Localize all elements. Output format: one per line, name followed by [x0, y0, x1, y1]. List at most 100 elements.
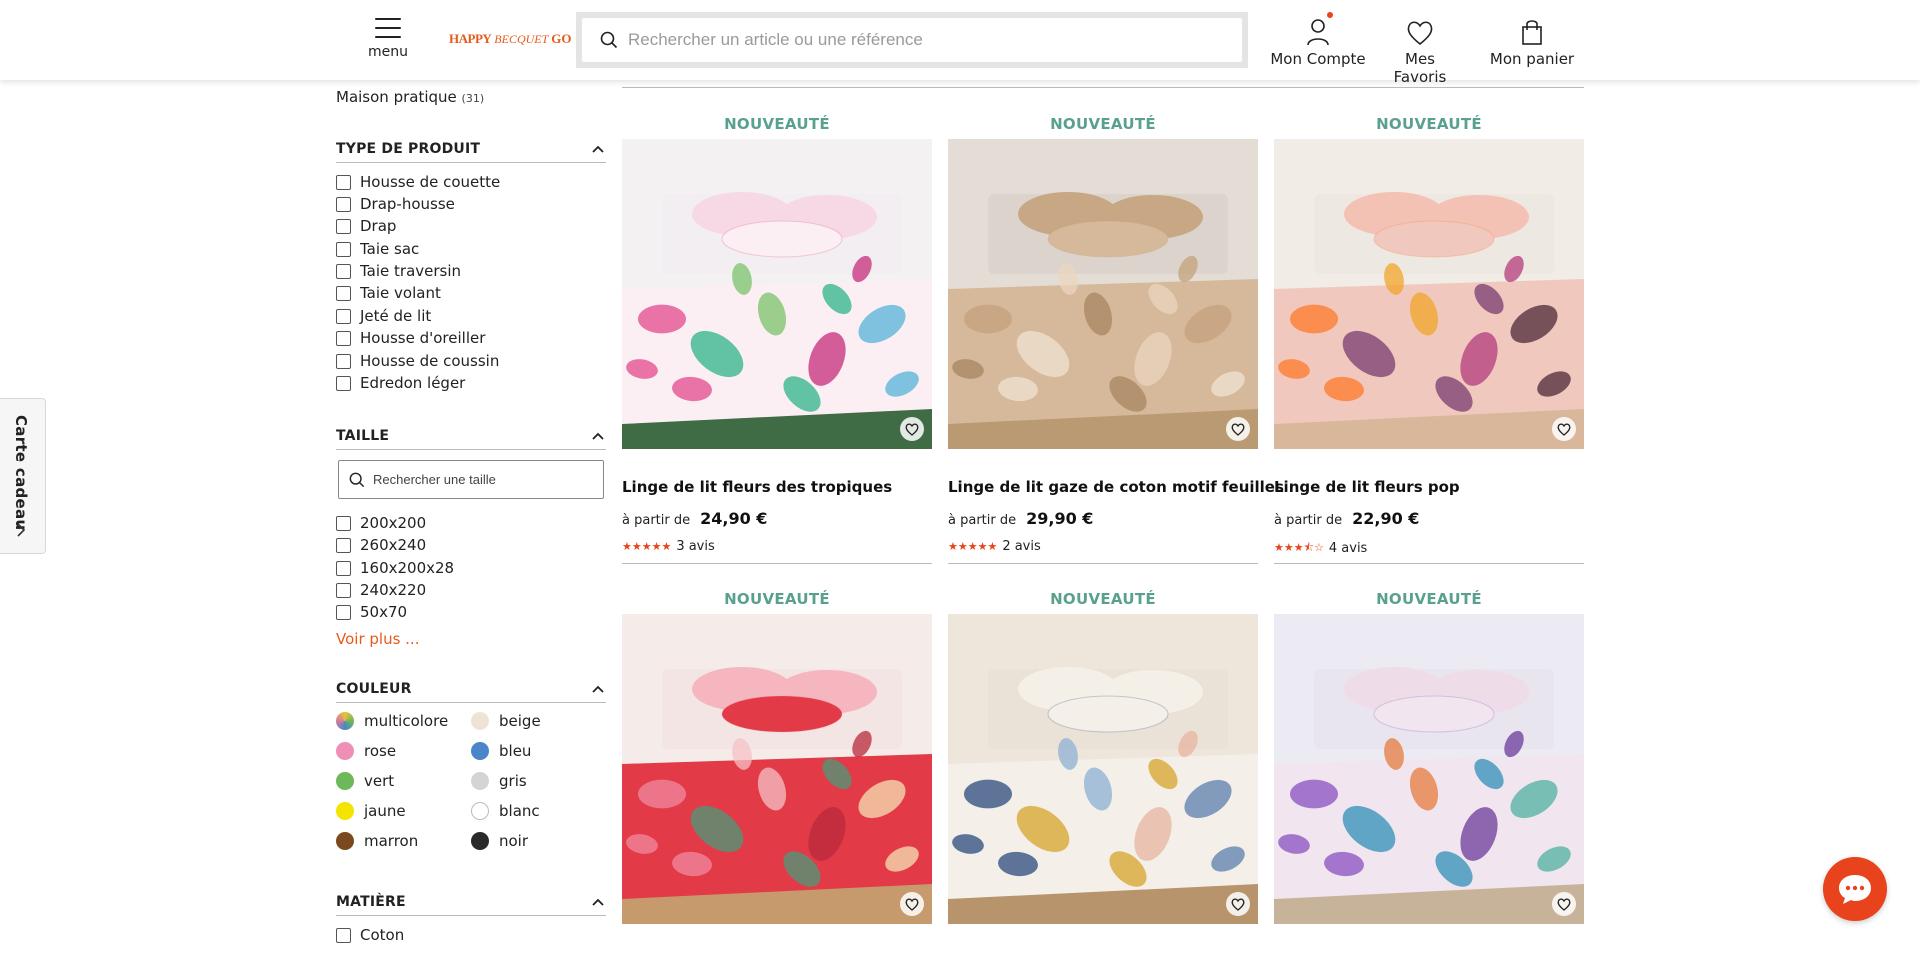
product-image[interactable] [622, 139, 932, 449]
product-name[interactable]: Linge de lit gaze de coton motif feuille… [948, 478, 1284, 496]
gift-card-label: Carte cadeau [12, 415, 30, 531]
chevron-up-icon [592, 145, 604, 153]
site-logo[interactable]: HAPPY BECQUET GO [449, 27, 572, 51]
color-option[interactable]: marron [336, 830, 418, 852]
checkbox[interactable] [336, 241, 351, 257]
menu-label: menu [368, 44, 408, 60]
color-swatch [471, 742, 489, 760]
chevron-up-icon [592, 432, 604, 440]
add-to-favorites-button[interactable] [1552, 417, 1576, 441]
color-option[interactable]: noir [471, 830, 528, 852]
filter-option[interactable]: Drap [336, 216, 396, 236]
color-swatch [471, 772, 489, 790]
color-swatch [336, 712, 354, 730]
filter-header-size[interactable]: TAILLE [336, 428, 606, 450]
gift-card-tab[interactable]: Carte cadeau [0, 398, 46, 554]
product-rating[interactable]: ★★★⯪☆ 4 avis [1274, 539, 1367, 558]
product-rating[interactable]: ★★★★★ 3 avis [622, 539, 715, 554]
filter-option[interactable]: 260x240 [336, 535, 426, 555]
checkbox[interactable] [336, 375, 351, 391]
checkbox[interactable] [336, 582, 351, 598]
filter-option[interactable]: Housse de couette [336, 172, 500, 192]
filter-option[interactable]: 50x70 [336, 602, 407, 622]
add-to-favorites-button[interactable] [900, 417, 924, 441]
product-price: 29,90 € [1026, 509, 1094, 528]
filter-option[interactable]: 200x200 [336, 513, 426, 533]
color-option[interactable]: jaune [336, 800, 406, 822]
product-image[interactable] [948, 614, 1258, 924]
checkbox[interactable] [336, 174, 351, 190]
product-name[interactable]: Linge de lit fleurs des tropiques [622, 478, 892, 496]
checkbox[interactable] [336, 196, 351, 212]
checkbox[interactable] [336, 285, 351, 301]
add-to-favorites-button[interactable] [900, 892, 924, 916]
filter-option[interactable]: Edredon léger [336, 373, 465, 393]
color-option[interactable]: vert [336, 770, 394, 792]
checkbox[interactable] [336, 537, 351, 553]
filter-option[interactable]: Coton [336, 925, 404, 945]
price-row: à partir de 29,90 € [948, 509, 1093, 528]
color-option[interactable]: rose [336, 740, 396, 762]
checkbox[interactable] [336, 330, 351, 346]
cart-label: Mon panier [1489, 50, 1575, 68]
filter-option[interactable]: Housse d'oreiller [336, 328, 485, 348]
checkbox[interactable] [336, 927, 351, 943]
shopping-bag-icon [1522, 20, 1542, 45]
color-swatch [336, 832, 354, 850]
checkbox[interactable] [336, 218, 351, 234]
filter-header-product-type[interactable]: TYPE DE PRODUIT [336, 141, 606, 163]
product-image[interactable] [1274, 139, 1584, 449]
chevron-up-icon [592, 898, 604, 906]
filter-header-material[interactable]: MATIÈRE [336, 894, 606, 916]
filter-option[interactable]: 160x200x28 [336, 558, 454, 578]
checkbox[interactable] [336, 560, 351, 576]
filter-option[interactable]: Jeté de lit [336, 306, 431, 326]
color-option[interactable]: bleu [471, 740, 531, 762]
filter-option[interactable]: Housse de coussin [336, 351, 499, 371]
add-to-favorites-button[interactable] [1226, 892, 1250, 916]
star-rating-icon: ★★★★★ [948, 540, 998, 553]
checkbox[interactable] [336, 604, 351, 620]
product-image[interactable] [1274, 614, 1584, 924]
card-divider [1274, 563, 1584, 564]
add-to-favorites-button[interactable] [1226, 417, 1250, 441]
new-badge: NOUVEAUTÉ [1376, 115, 1482, 133]
size-search-input[interactable] [373, 472, 593, 487]
see-more-sizes-link[interactable]: Voir plus ... [336, 630, 419, 648]
filter-option[interactable]: Drap-housse [336, 194, 455, 214]
cart-button[interactable]: Mon panier [1488, 14, 1576, 68]
add-to-favorites-button[interactable] [1552, 892, 1576, 916]
checkbox[interactable] [336, 353, 351, 369]
color-option[interactable]: gris [471, 770, 527, 792]
checkbox[interactable] [336, 515, 351, 531]
card-divider [948, 563, 1258, 564]
menu-button[interactable]: menu [360, 14, 416, 66]
product-price: 22,90 € [1352, 509, 1420, 528]
search-input[interactable] [628, 30, 1228, 50]
price-prefix: à partir de [1274, 513, 1343, 528]
price-row: à partir de 22,90 € [1274, 509, 1419, 528]
color-swatch [471, 832, 489, 850]
product-name[interactable]: Linge de lit fleurs pop [1274, 478, 1460, 496]
chevron-up-icon [592, 685, 604, 693]
checkbox[interactable] [336, 263, 351, 279]
account-button[interactable]: Mon Compte [1263, 12, 1373, 68]
filter-option[interactable]: Taie traversin [336, 261, 461, 281]
chat-button[interactable] [1823, 857, 1887, 921]
favorites-button[interactable]: Mes Favoris [1378, 14, 1462, 86]
color-swatch [471, 802, 489, 820]
filter-option[interactable]: Taie sac [336, 239, 419, 259]
color-option[interactable]: beige [471, 710, 541, 732]
price-row: à partir de 24,90 € [622, 509, 767, 528]
search-icon [349, 472, 365, 487]
color-option[interactable]: multicolore [336, 710, 448, 732]
color-option[interactable]: blanc [471, 800, 540, 822]
product-rating[interactable]: ★★★★★ 2 avis [948, 539, 1041, 554]
filter-option[interactable]: 240x220 [336, 580, 426, 600]
filter-header-color[interactable]: COULEUR [336, 681, 606, 703]
checkbox[interactable] [336, 308, 351, 324]
product-image[interactable] [948, 139, 1258, 449]
product-image[interactable] [622, 614, 932, 924]
category-link[interactable]: Maison pratique (31) [336, 88, 484, 106]
filter-option[interactable]: Taie volant [336, 283, 441, 303]
